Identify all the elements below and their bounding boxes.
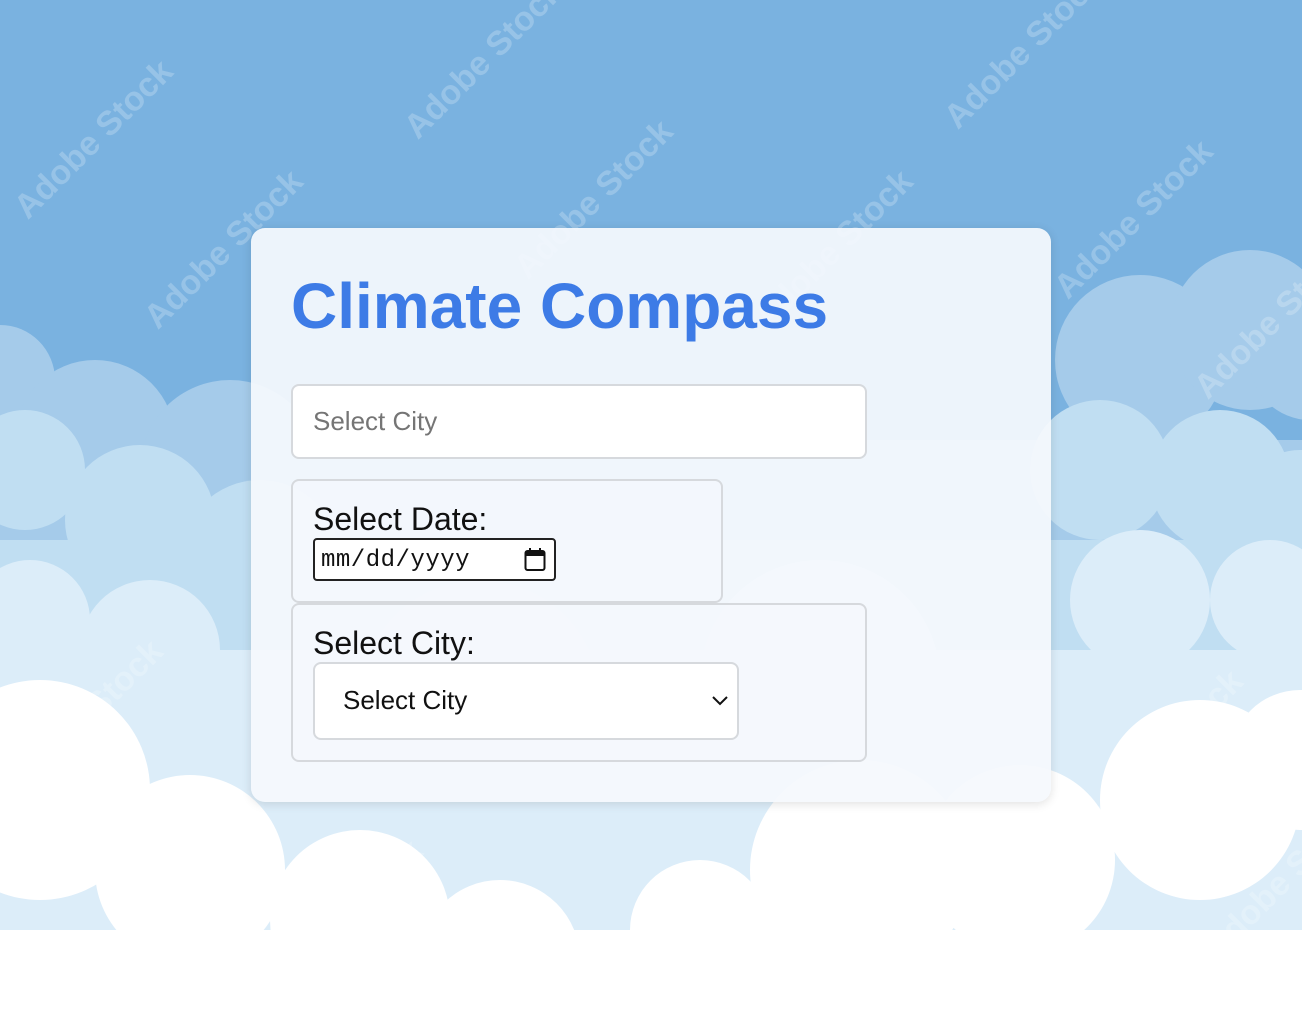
city-panel: Select City: Select City — [291, 603, 867, 762]
city-label: Select City: — [313, 625, 475, 661]
city-select-value: Select City — [343, 685, 468, 715]
date-value: mm/dd/yyyy — [321, 547, 471, 574]
date-input[interactable]: mm/dd/yyyy — [313, 538, 556, 581]
city-search-input[interactable] — [291, 384, 867, 459]
chevron-down-icon — [712, 696, 728, 706]
date-label: Select Date: — [313, 501, 488, 537]
page-title: Climate Compass — [291, 270, 829, 342]
date-panel: Select Date: mm/dd/yyyy — [291, 479, 723, 603]
page-background: Adobe Stock Adobe Stock Adobe Stock Adob… — [0, 0, 1302, 1032]
city-select[interactable]: Select City — [313, 662, 739, 740]
calendar-icon[interactable] — [524, 547, 546, 572]
weather-form-card: Climate Compass Select Date: mm/dd/yyyy … — [251, 228, 1051, 802]
